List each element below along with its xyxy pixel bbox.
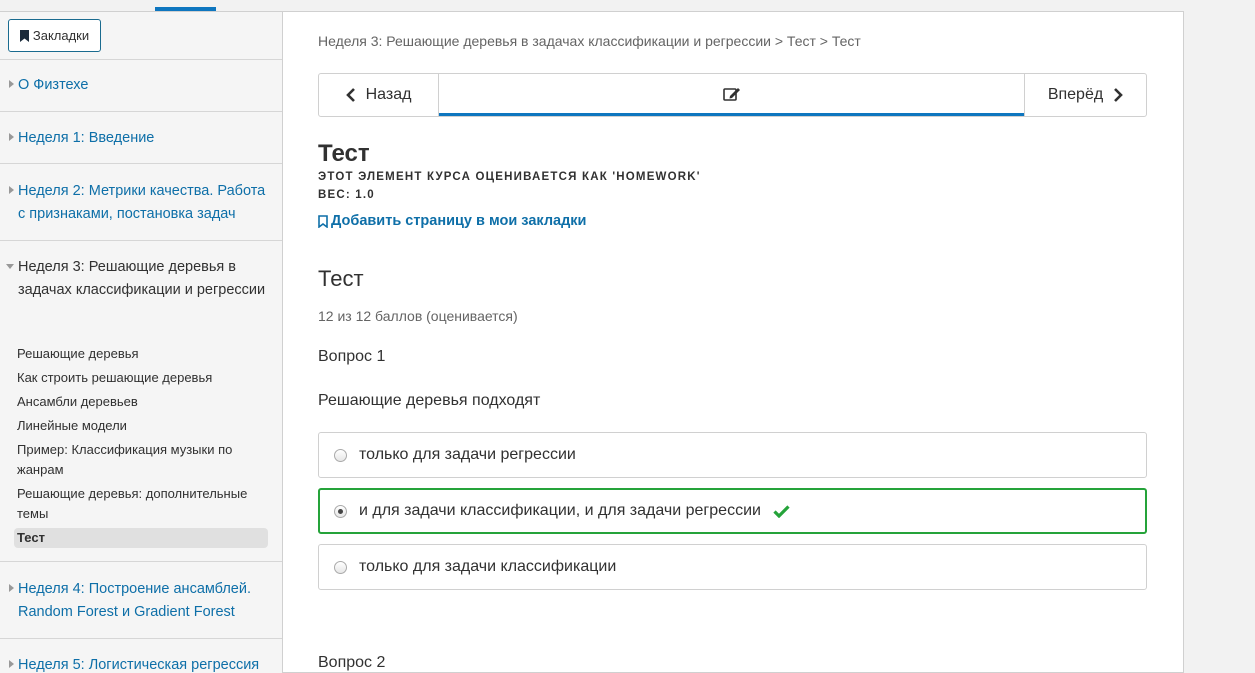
divider [0,163,282,164]
divider [0,59,282,60]
sidebar-chapter-week1[interactable]: Неделя 1: Введение [0,127,282,150]
question-number: Вопрос 1 [318,348,386,365]
chevron-right-icon [1114,88,1124,102]
graded-note: ЭТОТ ЭЛЕМЕНТ КУРСА ОЦЕНИВАЕТСЯ КАК 'HOME… [318,171,701,183]
bookmark-outline-icon [318,214,328,228]
answer-choice[interactable]: только для задачи классификации [318,544,1147,590]
expand-arrow-icon [0,74,18,88]
answer-choice-correct[interactable]: и для задачи классификации, и для задачи… [318,488,1147,534]
sidebar-sequence-item[interactable]: Как строить решающие деревья [17,368,267,388]
chapter-label: Неделя 3: Решающие деревья в задачах кла… [18,259,266,298]
checkmark-icon [773,504,790,518]
radio-button[interactable] [334,448,347,462]
answer-choice-label: и для задачи классификации, и для задачи… [359,502,761,519]
chapter-label: Неделя 1: Введение [18,130,155,146]
divider [0,638,282,639]
sidebar-chapter-week3[interactable]: Неделя 3: Решающие деревья в задачах кла… [0,256,282,302]
chevron-left-icon [345,88,355,102]
edit-icon [722,87,740,101]
unit-title: Тест [318,140,370,167]
bookmarks-button-label: Закладки [32,28,90,43]
sidebar-sequence-item[interactable]: Пример: Классификация музыки по жанрам [17,440,267,480]
divider [0,561,282,562]
add-bookmark-label: Добавить страницу в мои закладки [331,213,587,229]
divider [0,111,282,112]
next-button-label: Вперёд [1047,86,1104,103]
previous-button-label: Назад [365,86,412,103]
answer-choice[interactable]: только для задачи регрессии [318,432,1147,478]
problem-title: Тест [318,266,364,291]
next-button[interactable]: Вперёд [1024,74,1146,116]
question-text: Решающие деревья подходят [318,392,541,409]
unit-navigation: Назад Вперёд [318,73,1147,117]
divider [0,240,282,241]
chapter-label: О Физтехе [18,77,89,93]
course-container: Закладки О Физтехе Неделя 1: Введение Не… [0,11,1184,673]
course-outline-sidebar: Закладки О Физтехе Неделя 1: Введение Не… [0,12,283,673]
bookmark-icon [19,29,29,42]
answer-choice-label: только для задачи регрессии [359,446,576,463]
chapter-label: Неделя 5: Логистическая регрессия [18,657,260,673]
expand-arrow-icon [0,578,18,592]
answer-choice-label: только для задачи классификации [359,558,617,575]
chapter-label-text: Неделя 4: Построение ансамблей. Random F… [18,581,251,620]
problem-score: 12 из 12 баллов (оценивается) [318,308,518,324]
sidebar-sequence-item[interactable]: Решающие деревья: дополнительные темы [17,484,267,524]
collapse-arrow-icon [0,256,18,269]
question-number: Вопрос 2 [318,654,386,671]
sidebar-sequence-item[interactable]: Ансамбли деревьев [17,392,267,412]
sidebar-chapter-week4[interactable]: Неделя 4: Построение ансамблей. Random F… [0,578,282,624]
sidebar-chapter-week5[interactable]: Неделя 5: Логистическая регрессия [0,654,282,673]
chapter-label: Неделя 4: Построение ансамблей. Random F… [18,578,268,624]
unit-tab-problem[interactable] [439,74,1024,116]
sidebar-chapter-about[interactable]: О Физтехе [0,74,282,97]
sidebar-sequence-item[interactable]: Решающие деревья [17,344,267,364]
sidebar-chapter-week2[interactable]: Неделя 2: Метрики качества. Работа с при… [0,180,282,226]
radio-button-selected[interactable] [334,504,347,518]
sidebar-sequence-item[interactable]: Линейные модели [17,416,267,436]
expand-arrow-icon [0,127,18,141]
previous-button[interactable]: Назад [319,74,439,116]
chapter-label: Неделя 2: Метрики качества. Работа с при… [18,183,266,222]
weight-label: ВЕС: 1.0 [318,189,375,201]
radio-button[interactable] [334,560,347,574]
bookmarks-button[interactable]: Закладки [8,19,101,52]
sidebar-sequence-item-current[interactable]: Тест [14,528,268,548]
add-bookmark-link[interactable]: Добавить страницу в мои закладки [318,213,586,229]
expand-arrow-icon [0,654,18,668]
breadcrumb: Неделя 3: Решающие деревья в задачах кла… [318,33,861,49]
expand-arrow-icon [0,180,18,194]
